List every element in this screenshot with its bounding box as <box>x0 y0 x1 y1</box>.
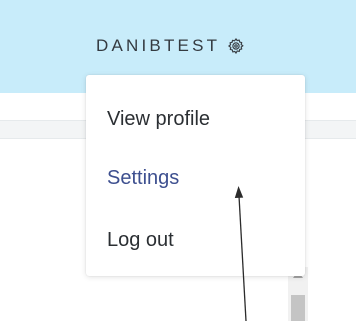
gear-icon[interactable] <box>227 37 245 55</box>
menu-item-view-profile[interactable]: View profile <box>107 106 210 132</box>
menu-item-log-out[interactable]: Log out <box>107 227 174 253</box>
username-label: DANIBTEST <box>96 36 221 55</box>
page: DANIBTEST View profile Settings Log out <box>0 0 356 321</box>
scrollbar-thumb[interactable] <box>291 295 305 321</box>
user-dropdown-menu: View profile Settings Log out <box>86 75 305 276</box>
user-menu-toggle[interactable]: DANIBTEST <box>96 33 245 59</box>
menu-item-settings[interactable]: Settings <box>107 165 179 191</box>
